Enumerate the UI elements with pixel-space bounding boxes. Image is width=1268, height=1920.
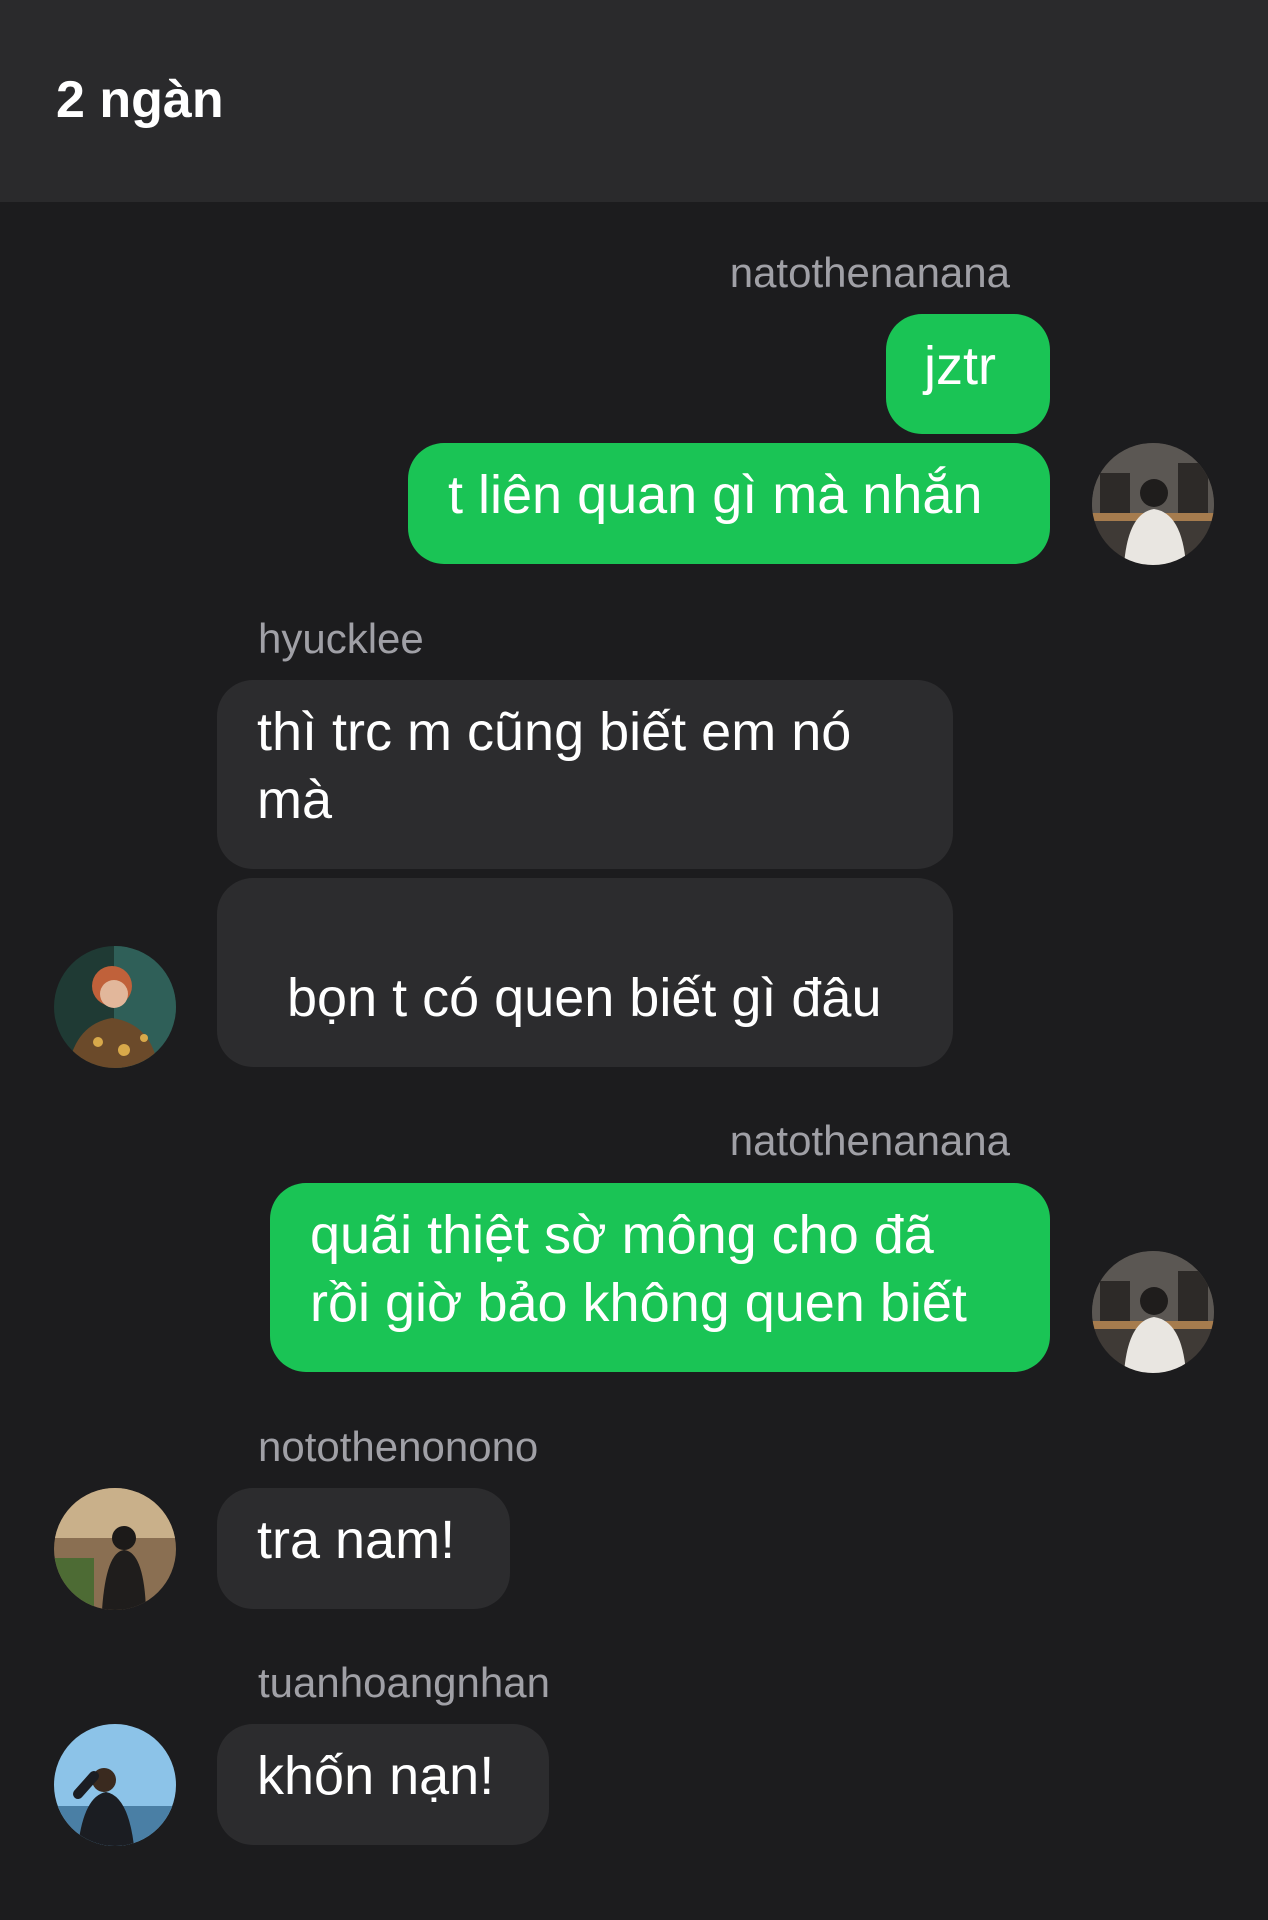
sender-name: natothenanana <box>729 249 1010 296</box>
message-text: bọn t có quen biết gì đâu <box>287 968 882 1028</box>
message-bubble[interactable]: jztr <box>886 314 1050 434</box>
avatar[interactable] <box>1092 1251 1214 1373</box>
message-bubble[interactable]: quãi thiệt sờ mông cho đã rồi giờ bảo kh… <box>270 1183 1050 1372</box>
sender-name: hyucklee <box>258 615 424 662</box>
avatar[interactable] <box>54 946 176 1068</box>
message-bubble[interactable]: t liên quan gì mà nhắn <box>408 443 1050 564</box>
chat-title[interactable]: 2 ngàn <box>56 70 224 130</box>
avatar[interactable] <box>1092 443 1214 565</box>
avatar-image <box>54 1724 176 1846</box>
message-bubble[interactable]: thì trc m cũng biết em nó mà <box>217 680 953 869</box>
avatar-image <box>1092 1251 1214 1373</box>
message-bubble[interactable]: tra nam! <box>217 1488 510 1609</box>
avatar[interactable] <box>54 1724 176 1846</box>
message-bubble[interactable]: bọn t có quen biết gì đâu <box>217 878 953 1298</box>
downcast-face-with-sweat-icon <box>287 1100 351 1298</box>
avatar-image <box>54 1488 176 1610</box>
message-bubble[interactable]: khốn nạn! <box>217 1724 549 1845</box>
sender-name: notothenonono <box>258 1423 539 1470</box>
sender-name: natothenanana <box>729 1117 1010 1164</box>
avatar-image <box>1092 443 1214 565</box>
avatar-image <box>54 946 176 1068</box>
chat-header: 2 ngàn <box>0 0 1268 202</box>
sender-name: tuanhoangnhan <box>258 1659 550 1706</box>
avatar[interactable] <box>54 1488 176 1610</box>
